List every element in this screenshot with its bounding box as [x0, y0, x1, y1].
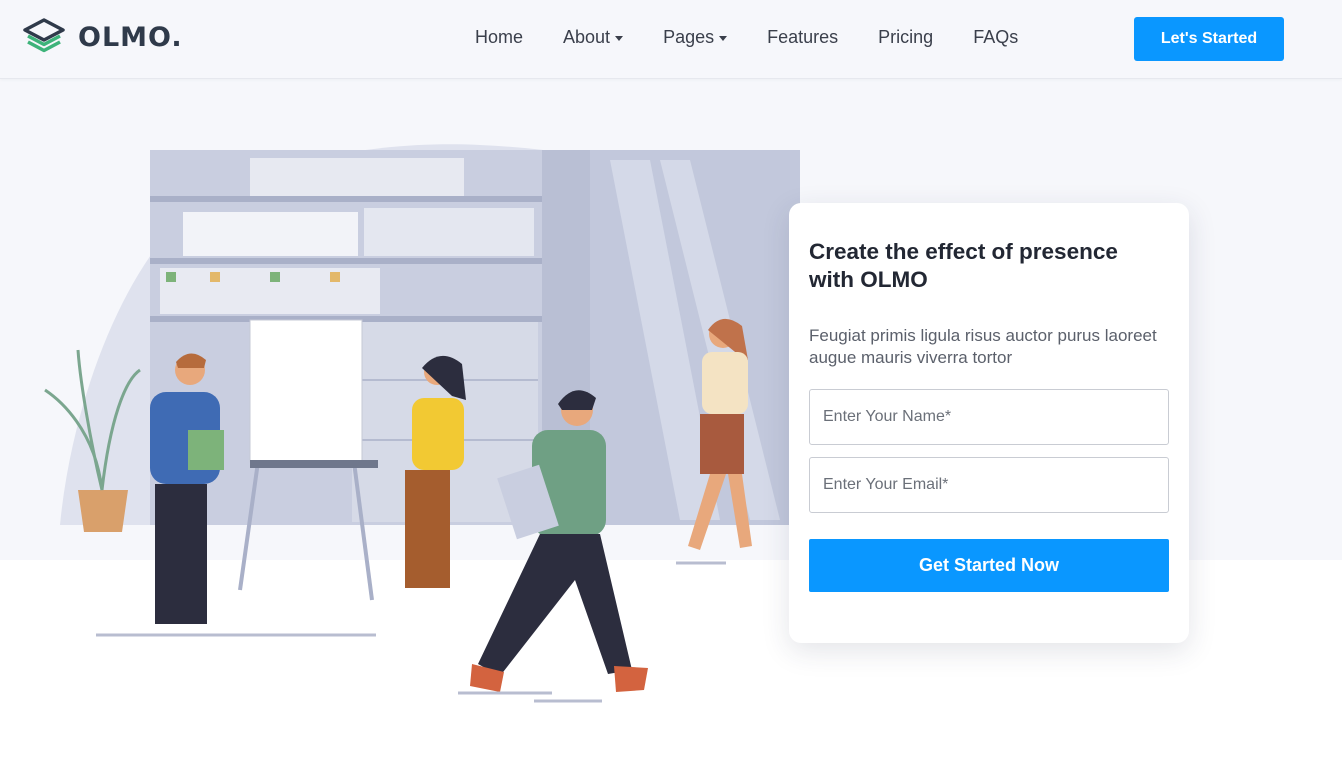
nav-item-label: About [563, 27, 611, 47]
hero-title: Create the effect of presence with OLMO [809, 239, 1118, 292]
nav-item-label: FAQs [973, 27, 1019, 47]
name-field[interactable] [809, 389, 1169, 445]
nav-item-label: Pricing [878, 27, 934, 47]
main-nav: Home About Pages Features Pricing FAQs [475, 27, 1058, 48]
nav-item-home[interactable]: Home [475, 27, 523, 48]
nav-item-label: Features [767, 27, 839, 47]
brand-logo[interactable]: OLMO. [22, 16, 183, 58]
site-header: OLMO. Home About Pages Features Pricing … [0, 0, 1342, 79]
nav-item-pages[interactable]: Pages [663, 27, 728, 48]
caret-down-icon [719, 36, 728, 41]
nav-item-label: Home [475, 27, 524, 47]
get-started-now-button[interactable]: Get Started Now [809, 539, 1169, 592]
nav-item-label: Pages [663, 27, 715, 47]
office-team-illustration [44, 144, 800, 703]
email-field[interactable] [809, 457, 1169, 513]
nav-item-faqs[interactable]: FAQs [973, 27, 1018, 48]
caret-down-icon [615, 36, 624, 41]
nav-item-features[interactable]: Features [767, 27, 838, 48]
nav-item-about[interactable]: About [563, 27, 624, 48]
layers-logo-icon [23, 18, 65, 53]
brand-name: OLMO. [78, 21, 183, 53]
nav-item-pricing[interactable]: Pricing [878, 27, 933, 48]
signup-card: Create the effect of presence with OLMO … [789, 203, 1189, 643]
lets-started-button[interactable]: Let's Started [1134, 17, 1284, 61]
hero-description: Feugiat primis ligula risus auctor purus… [809, 326, 1157, 367]
